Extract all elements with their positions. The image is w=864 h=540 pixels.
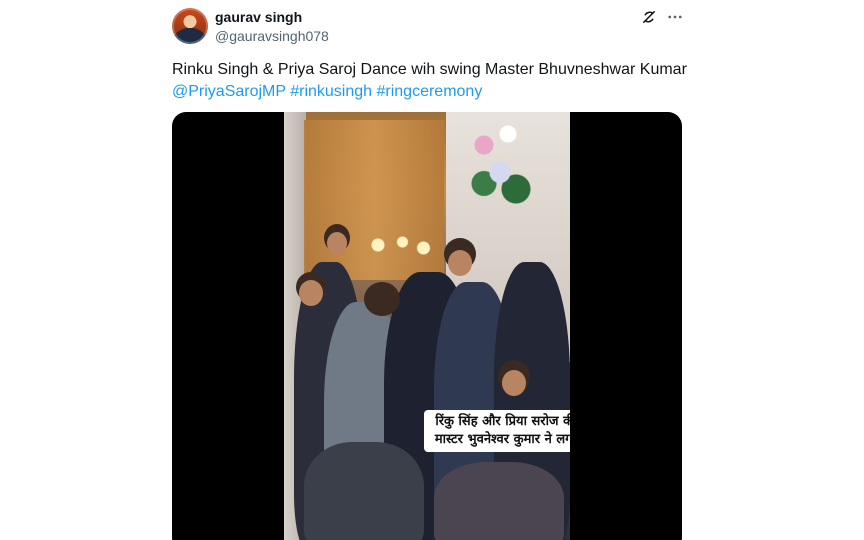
person-face <box>327 232 347 254</box>
tweet-body: Rinku Singh & Priya Saroj Dance wih swin… <box>172 61 687 78</box>
person-face <box>502 370 526 396</box>
person <box>304 442 424 540</box>
video-frame[interactable]: रिंकु सिंह और प्रिया सरोज की सगाई में स्… <box>284 112 570 540</box>
author-handle[interactable]: @gauravsingh078 <box>215 28 329 44</box>
tweet-text: Rinku Singh & Priya Saroj Dance wih swin… <box>172 59 692 103</box>
candle-lights <box>364 230 434 260</box>
grok-icon[interactable] <box>640 8 658 26</box>
author-name[interactable]: gaurav singh <box>215 9 302 25</box>
person <box>434 462 564 540</box>
tweet: gaurav singh @gauravsingh078 Rinku Singh… <box>0 0 864 540</box>
video-caption: रिंकु सिंह और प्रिया सरोज की सगाई में स्… <box>424 410 570 452</box>
hashtag-link[interactable]: #rinkusingh <box>290 83 372 100</box>
person-face <box>448 250 472 276</box>
person-face <box>299 280 323 306</box>
mention-link[interactable]: @PriyaSarojMP <box>172 83 286 100</box>
video-player[interactable]: रिंकु सिंह और प्रिया सरोज की सगाई में स्… <box>172 112 682 540</box>
flower-decoration <box>460 112 540 222</box>
hashtag-link[interactable]: #ringceremony <box>377 83 483 100</box>
avatar[interactable] <box>172 8 208 44</box>
more-icon[interactable] <box>665 8 685 26</box>
person-head <box>364 282 400 316</box>
